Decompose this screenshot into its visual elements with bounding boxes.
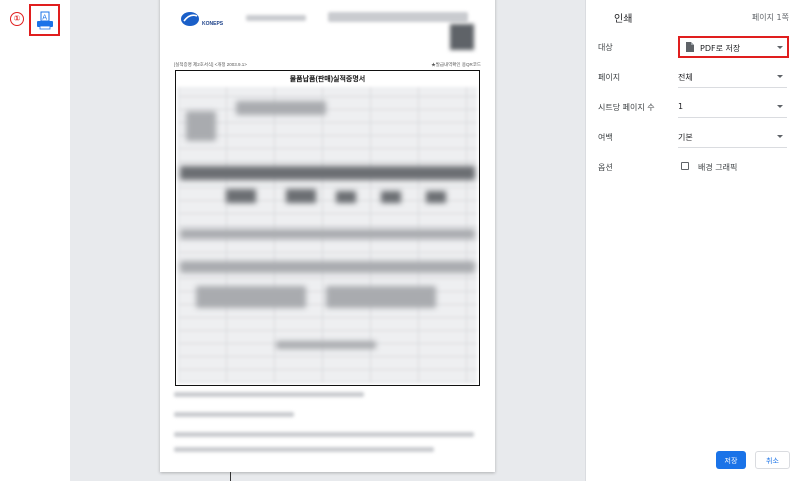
blurred-header-text: [246, 15, 306, 21]
logo-text: KONEPS: [202, 21, 224, 27]
panel-title: 인쇄: [614, 14, 633, 25]
dropdown-caret-icon: [777, 75, 783, 78]
cancel-button[interactable]: 취소: [755, 451, 790, 469]
destination-label: 대상: [598, 43, 613, 52]
blurred-block: [186, 111, 216, 141]
blurred-block: [326, 286, 436, 308]
pages-value: 전체: [678, 73, 693, 82]
blurred-footer-text: [174, 432, 474, 437]
dropdown-caret-icon: [777, 46, 783, 49]
destination-value: PDF로 저장: [700, 44, 741, 53]
svg-text:A: A: [42, 14, 47, 22]
pages-per-sheet-value: 1: [678, 102, 684, 111]
certificate-form: 물품납품(판매)실적증명서: [175, 70, 480, 386]
margins-label: 여백: [598, 133, 613, 142]
page-edge-mark: [230, 472, 231, 481]
blurred-block: [226, 189, 256, 203]
file-icon: [686, 42, 694, 52]
qr-code: [450, 24, 474, 50]
blurred-block: [276, 341, 376, 349]
blurred-section-band: [180, 261, 475, 273]
background-graphics-checkbox[interactable]: [681, 162, 689, 170]
printer-font-icon: A: [37, 11, 53, 30]
document-header: KONEPS: [178, 10, 478, 30]
print-button[interactable]: A: [29, 4, 60, 36]
form-title: 물품납품(판매)실적증명서: [289, 76, 366, 83]
save-button[interactable]: 저장: [716, 451, 746, 469]
blurred-block: [286, 189, 316, 203]
blurred-block: [236, 101, 326, 115]
blurred-block: [381, 191, 401, 203]
pages-label: 페이지: [598, 73, 621, 82]
blurred-footer-text: [174, 447, 434, 452]
blurred-block: [426, 191, 446, 203]
pages-select[interactable]: 전체: [678, 67, 787, 88]
print-preview[interactable]: KONEPS [실적증명 제2호서식] <개정 2003.9.1> ★발급내역확…: [70, 0, 585, 481]
pages-per-sheet-label: 시트당 페이지 수: [598, 103, 655, 112]
print-settings-panel: 인쇄 페이지 1쪽 대상 PDF로 저장 페이지 전체 시트당 페이지 수 1 …: [585, 0, 800, 481]
margins-select[interactable]: 기본: [678, 127, 787, 148]
form-reference: [실적증명 제2호서식] <개정 2003.9.1>: [174, 62, 247, 67]
dropdown-caret-icon: [777, 135, 783, 138]
blurred-block: [196, 286, 306, 308]
blurred-footer-text: [174, 392, 364, 397]
page-count: 페이지 1쪽: [751, 13, 789, 22]
blurred-section-band: [180, 166, 475, 180]
blurred-footer-text: [174, 412, 294, 417]
left-gutter: ① A: [0, 0, 70, 481]
blurred-section-band: [180, 229, 475, 239]
options-label: 옵션: [598, 163, 613, 172]
margins-value: 기본: [678, 133, 693, 142]
preview-page: KONEPS [실적증명 제2호서식] <개정 2003.9.1> ★발급내역확…: [160, 0, 495, 472]
step-marker-1: ①: [10, 12, 24, 26]
pages-per-sheet-select[interactable]: 1: [678, 97, 787, 118]
destination-select[interactable]: PDF로 저장: [678, 36, 789, 58]
blurred-block: [336, 191, 356, 203]
qr-caption: ★발급내역확인 용QR코드: [431, 62, 481, 67]
blurred-header-banner: [328, 12, 468, 22]
background-graphics-label[interactable]: 배경 그래픽: [698, 162, 737, 173]
dropdown-caret-icon: [777, 105, 783, 108]
